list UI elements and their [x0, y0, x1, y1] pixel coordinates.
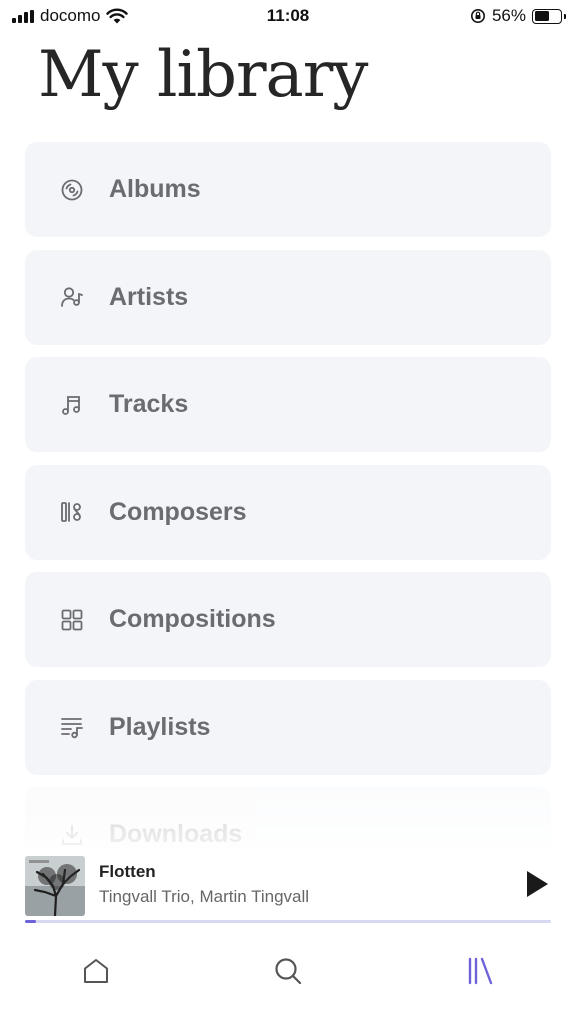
battery-level — [534, 11, 549, 21]
library-item-label: Downloads — [109, 820, 243, 848]
carrier-name: docomo — [40, 6, 101, 25]
battery-percent: 56% — [491, 6, 526, 25]
tab-library[interactable] — [384, 930, 576, 1024]
status-bar: docomo 11:08 56% — [0, 0, 576, 32]
page-title: My library — [38, 38, 368, 112]
library-item-composers[interactable]: Composers — [25, 464, 551, 560]
tab-home[interactable] — [0, 930, 192, 1024]
library-item-artists[interactable]: Artists — [25, 249, 551, 345]
wifi-icon — [106, 8, 129, 24]
library-item-label: Albums — [109, 175, 201, 203]
artist-icon — [60, 285, 84, 309]
library-item-label: Playlists — [109, 712, 211, 741]
cellular-signal-icon — [12, 9, 34, 23]
composer-icon — [60, 500, 84, 524]
playback-progress-fill — [25, 920, 36, 923]
track-title[interactable]: Flotten — [99, 862, 156, 882]
library-list: Albums Artists Tracks Composers Composit… — [25, 142, 551, 895]
library-item-tracks[interactable]: Tracks — [25, 357, 551, 452]
play-icon — [527, 871, 548, 897]
library-item-label: Compositions — [109, 605, 276, 633]
library-icon — [468, 957, 493, 985]
status-left: docomo — [12, 6, 129, 26]
tab-bar — [0, 930, 576, 1024]
status-right: 56% — [470, 6, 566, 26]
playback-progress-bar[interactable] — [25, 920, 551, 923]
orientation-lock-icon — [470, 9, 485, 23]
library-item-playlists[interactable]: Playlists — [25, 679, 551, 775]
library-item-albums[interactable]: Albums — [25, 142, 551, 237]
library-item-label: Artists — [109, 282, 189, 311]
playlist-icon — [60, 715, 84, 739]
search-icon — [275, 958, 302, 985]
album-art[interactable] — [25, 856, 85, 916]
download-icon — [60, 823, 84, 847]
music-note-icon — [60, 393, 84, 417]
album-icon — [60, 178, 84, 202]
home-icon — [84, 959, 108, 983]
library-item-label: Composers — [109, 497, 247, 526]
play-button[interactable] — [522, 868, 552, 900]
library-item-compositions[interactable]: Compositions — [25, 572, 551, 667]
track-artist[interactable]: Tingvall Trio, Martin Tingvall — [99, 887, 309, 907]
tab-search[interactable] — [192, 930, 384, 1024]
library-item-label: Tracks — [109, 390, 189, 418]
mini-player[interactable]: Flotten Tingvall Trio, Martin Tingvall — [0, 850, 576, 923]
battery-icon — [532, 8, 566, 24]
grid-icon — [60, 608, 84, 632]
